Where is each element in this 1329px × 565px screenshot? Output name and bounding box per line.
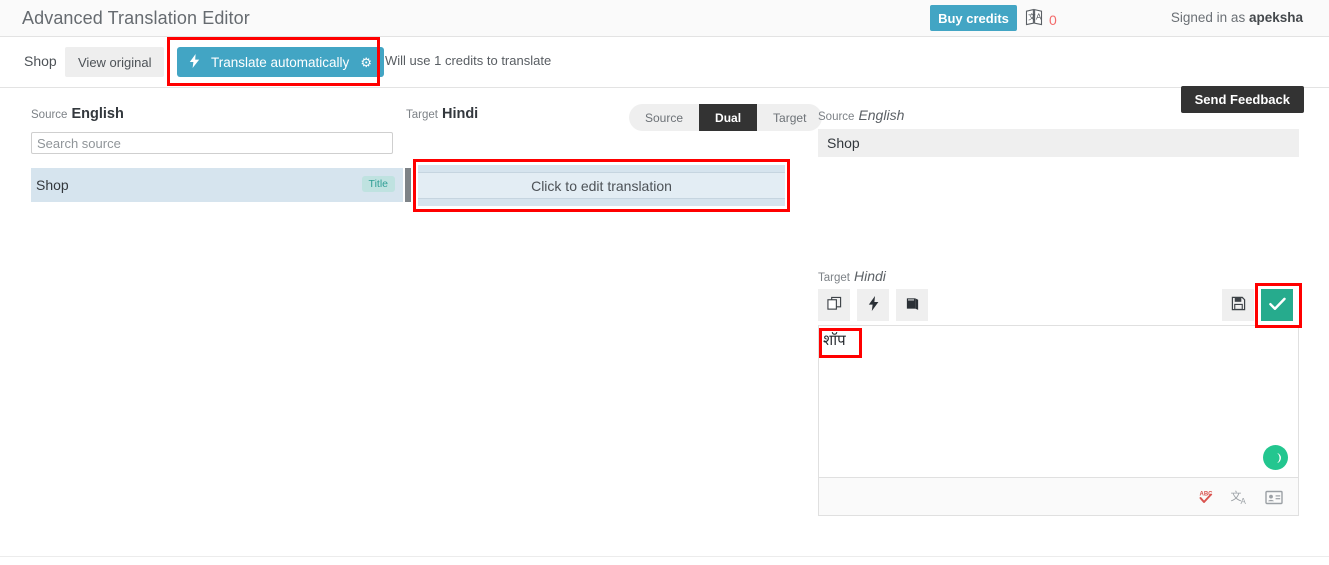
lightning-bolt-icon: [868, 296, 879, 314]
editor-footer-toolbar: ABC 文 A: [818, 478, 1299, 516]
editor-target-label: Target Hindi: [818, 268, 886, 284]
editor-source-label: Source English: [818, 107, 904, 123]
credits-count: 0: [1049, 11, 1057, 28]
id-card-icon[interactable]: [1264, 487, 1284, 507]
svg-text:A: A: [1036, 12, 1042, 21]
send-feedback-button[interactable]: Send Feedback: [1180, 86, 1304, 113]
buy-credits-button[interactable]: Buy credits: [930, 5, 1017, 31]
column-splitter-handle[interactable]: [405, 168, 411, 202]
status-badge: Title: [361, 176, 395, 192]
source-list-row[interactable]: Shop Title: [31, 168, 403, 202]
bottom-divider: [0, 556, 1329, 557]
check-icon: [1268, 297, 1286, 314]
spellcheck-icon[interactable]: ABC: [1196, 487, 1216, 507]
view-mode-source[interactable]: Source: [629, 104, 699, 131]
credits-indicator[interactable]: 文 A 0: [1025, 8, 1057, 31]
glossary-book-button[interactable]: [896, 289, 928, 321]
save-icon: [1231, 296, 1246, 314]
click-to-edit-translation[interactable]: Click to edit translation: [418, 172, 785, 199]
machine-translate-button[interactable]: [857, 289, 889, 321]
translate-icon: 文 A: [1025, 8, 1044, 31]
breadcrumb: Shop: [24, 53, 57, 69]
top-header-bar: Advanced Translation Editor Buy credits …: [0, 0, 1329, 37]
view-mode-target[interactable]: Target: [757, 104, 822, 131]
translation-editor-textarea[interactable]: शॉप: [818, 325, 1299, 478]
editor-source-text: Shop: [818, 129, 1299, 157]
editor-source-language: English: [858, 107, 905, 123]
editor-source-label-text: Source: [818, 111, 855, 123]
view-original-button[interactable]: View original: [65, 47, 165, 77]
page-title: Advanced Translation Editor: [22, 8, 250, 28]
gear-icon[interactable]: ⚙: [360, 55, 372, 70]
editor-target-language: Hindi: [853, 268, 886, 284]
view-mode-segmented-control[interactable]: Source Dual Target: [629, 104, 823, 131]
signed-in-prefix: Signed in as: [1170, 10, 1249, 25]
target-list-row[interactable]: Click to edit translation: [418, 165, 785, 206]
credit-usage-note: Will use 1 credits to translate: [385, 53, 552, 68]
target-column-label: Target Hindi: [406, 106, 478, 122]
target-label-text: Target: [406, 109, 438, 121]
source-label-text: Source: [31, 109, 68, 121]
confirm-translation-button[interactable]: [1261, 289, 1293, 321]
editor-target-label-text: Target: [818, 272, 850, 284]
copy-source-icon: [826, 296, 842, 314]
translation-text: शॉप: [823, 331, 846, 349]
editor-toolbar: [818, 289, 1299, 321]
translate-icon[interactable]: 文 A: [1230, 487, 1250, 507]
action-toolbar: Shop View original Translate automatical…: [0, 37, 1329, 113]
loading-spinner-icon: [1263, 445, 1288, 470]
signed-in-username: apeksha: [1248, 10, 1303, 25]
view-mode-dual[interactable]: Dual: [699, 104, 758, 131]
search-source-input[interactable]: [31, 132, 393, 154]
source-column-label: Source English: [31, 106, 124, 122]
glossary-book-icon: [905, 296, 920, 314]
translate-automatically-label: Translate automatically: [211, 54, 350, 70]
copy-source-icon-button[interactable]: [818, 289, 850, 321]
translate-automatically-button[interactable]: Translate automatically ⚙: [177, 47, 384, 77]
svg-text:A: A: [1241, 497, 1247, 506]
lightning-bolt-icon: [189, 53, 200, 71]
svg-text:文: 文: [1028, 11, 1036, 21]
signed-in-status: Signed in as apeksha: [1171, 10, 1303, 25]
source-language: English: [71, 106, 124, 122]
save-button[interactable]: [1222, 289, 1254, 321]
target-language: Hindi: [441, 106, 479, 122]
source-row-text: Shop: [36, 177, 69, 193]
